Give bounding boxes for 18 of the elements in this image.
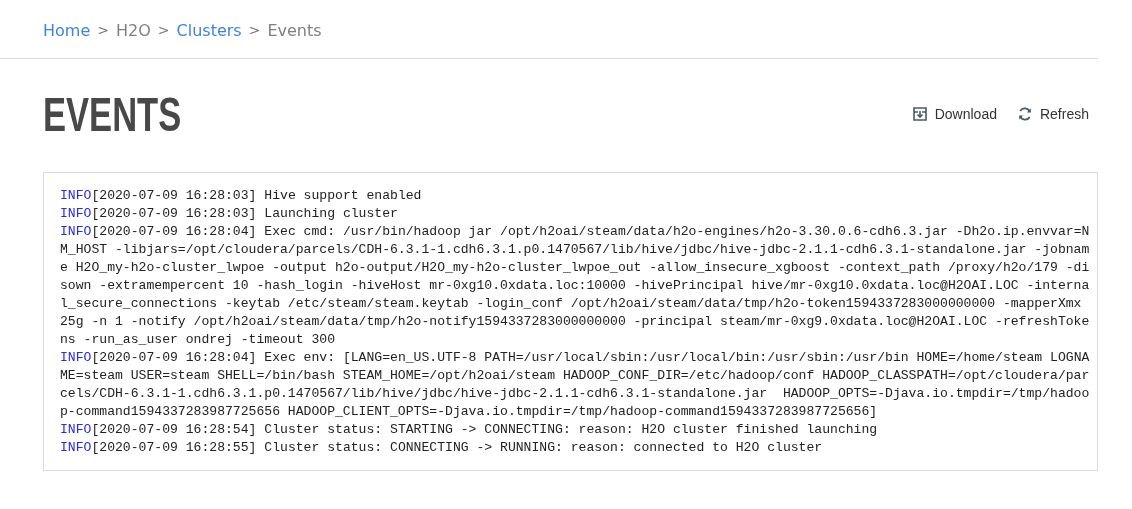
download-button[interactable]: Download bbox=[911, 106, 997, 122]
log-entry: INFO[2020-07-09 16:28:54] Cluster status: STARTING -> CONNECTING: reason: H2O cluster finished launching bbox=[60, 421, 879, 439]
log-entry: INFO[2020-07-09 16:28:55] Cluster status: CONNECTING -> RUNNING: reason: connected to H2O cluster bbox=[60, 439, 824, 457]
refresh-icon bbox=[1016, 106, 1033, 122]
breadcrumb-link[interactable]: Clusters bbox=[176, 20, 242, 40]
breadcrumb-item: Events bbox=[267, 20, 322, 40]
download-icon bbox=[911, 106, 928, 122]
breadcrumb-separator: > bbox=[97, 22, 109, 38]
log-entry: INFO[2020-07-09 16:28:03] Launching cluster bbox=[60, 205, 399, 223]
breadcrumb-item: H2O bbox=[116, 20, 151, 40]
breadcrumb-separator: > bbox=[248, 22, 261, 38]
log-entry: INFO[2020-07-09 16:28:03] Hive support enabled bbox=[60, 187, 423, 205]
log-entry: INFO[2020-07-09 16:28:04] Exec cmd: /usr/bin/hadoop jar /opt/h2oai/steam/data/h2o-engines/h2o-3.30.0.6-cdh6.3.jar -Dh2o.ip.envvar=NM_HOST -libjars=/opt/cloudera/parcels/CDH-6.3.1-1.cdh6.3.1.p0.1470567/lib/hive/jdbc/hive-jdbc-2.1.1-cdh6.3.1-standalone.jar -jobname H2O_my-h2o-cluster_lwpoe -output h2o-output/H2O_my-h2o-cluster_lwpoe_out -allow_insecure_xgboost -context_path /proxy/h2o/179 -disown -extramempercent 10 -hash_login -hiveHost mr-0xg10.0xdata.loc:10000 -hivePrincipal hive/mr-0xg10.0xdata.loc@H2OAI.LOC -internal_secure_connections -keytab /etc/steam/steam.keytab -login_conf /opt/h2oai/steam/data/tmp/h2o-token1594337283000000000 -mapperXmx 25g -n 1 -notify /opt/h2oai/steam/data/tmp/h2o-notify1594337283000000000 -principal steam/mr-0xg9.0xdata.loc@H2OAI.LOC -refreshTokens -run_as_user ondrej -timeout 300 bbox=[60, 223, 1091, 349]
refresh-button[interactable]: Refresh bbox=[1016, 106, 1089, 122]
breadcrumb-separator: > bbox=[157, 22, 170, 38]
page-title: EVENTS bbox=[43, 86, 182, 142]
breadcrumb-link[interactable]: Home bbox=[43, 20, 91, 40]
log-entry: INFO[2020-07-09 16:28:04] Exec env: [LANG=en_US.UTF-8 PATH=/usr/local/sbin:/usr/local/bin:/usr/sbin:/usr/bin HOME=/home/steam LOGNAME=steam USER=steam SHELL=/bin/bash STEAM_HOME=/opt/h2oai/steam HADOOP_CONF_DIR=/etc/hadoop/conf HADOOP_CLASSPATH=/opt/cloudera/parcels/CDH-6.3.1-1.cdh6.3.1.p0.1470567/lib/hive/jdbc/hive-jdbc-2.1.1-cdh6.3.1-standalone.jar HADOOP_OPTS=-Djava.io.tmpdir=/tmp/hadoop-command1594337283987725656 HADOOP_CLIENT_OPTS=-Djava.io.tmpdir=/tmp/hadoop-command1594337283987725656] bbox=[60, 349, 1091, 421]
